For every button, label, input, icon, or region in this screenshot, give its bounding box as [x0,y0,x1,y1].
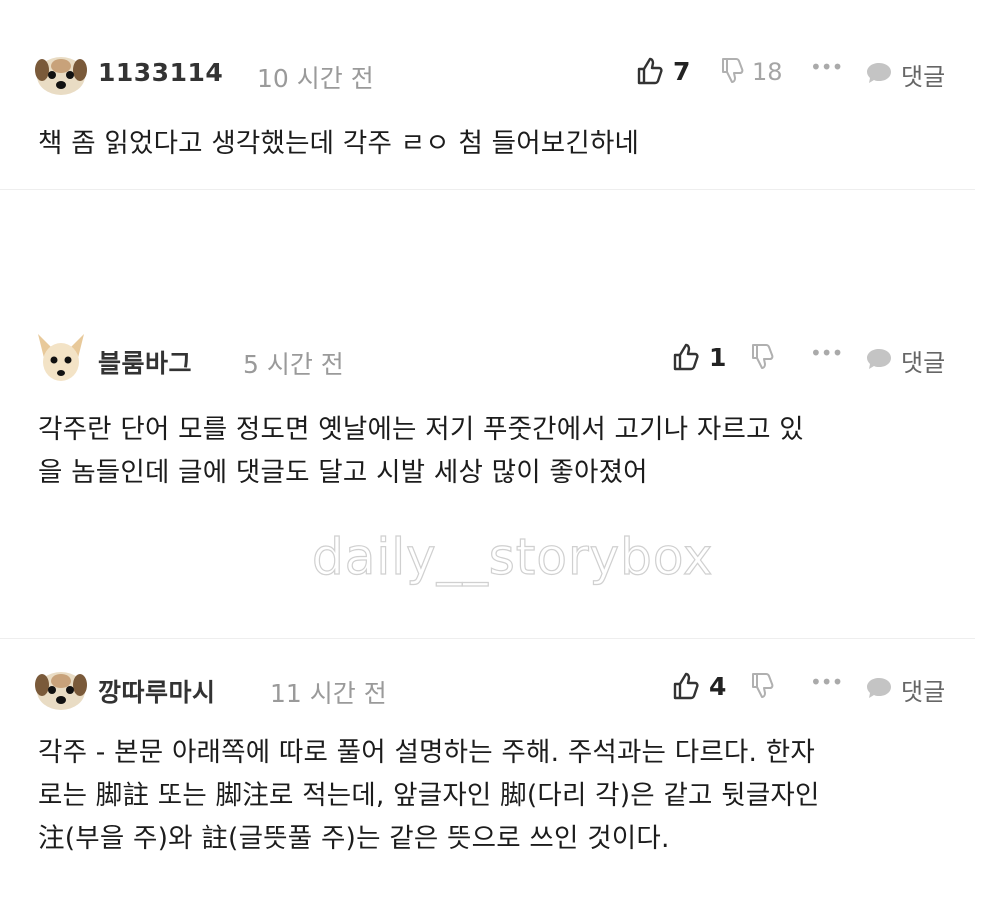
comment-item: 1133114 10 시간 전 7 18 ••• 댓글 책 좀 읽었다고 생각했… [0,40,1000,159]
more-options-icon[interactable]: ••• [810,341,843,365]
timestamp: 10 시간 전 [257,64,374,93]
chihuahua-face-icon[interactable] [34,330,88,386]
thumbs-up-icon[interactable] [672,342,700,372]
comment-item: 깡따루마시 11 시간 전 4 ••• 댓글 각주 - 본문 아래쪽에 따로 풀… [0,655,1000,854]
speech-bubble-icon[interactable] [865,60,893,86]
like-count: 1 [709,343,727,372]
thumbs-up-icon[interactable] [672,671,700,701]
timestamp: 5 시간 전 [243,350,344,379]
thumbs-down-icon[interactable] [750,342,774,372]
thumbs-down-icon[interactable] [720,56,744,86]
dog-face-icon[interactable] [34,50,88,98]
dislike-count: 18 [752,58,783,86]
divider [0,189,975,190]
divider [0,638,975,639]
more-options-icon[interactable]: ••• [810,55,843,79]
thumbs-up-icon[interactable] [636,56,664,86]
comment-text: 책 좀 읽었다고 생각했는데 각주 ㄹㅇ 첨 들어보긴하네 [38,128,640,159]
comment-item: 블룸바그 5 시간 전 1 ••• 댓글 각주란 단어 모를 정도면 옛날에는 … [0,326,1000,488]
watermark: daily__storybox [311,527,714,586]
username[interactable]: 블룸바그 [98,344,192,380]
comment-text: 각주란 단어 모를 정도면 옛날에는 저기 푸줏간에서 고기나 자르고 있 을 … [38,414,804,488]
timestamp: 11 시간 전 [270,679,387,708]
dog-face-icon[interactable] [34,665,88,713]
thumbs-down-icon[interactable] [750,671,774,701]
comment-meta: 1133114 10 시간 전 7 18 ••• 댓글 [0,40,1000,104]
username[interactable]: 1133114 [98,58,223,87]
more-options-icon[interactable]: ••• [810,670,843,694]
reply-button[interactable]: 댓글 [901,343,945,378]
speech-bubble-icon[interactable] [865,346,893,372]
reply-button[interactable]: 댓글 [901,57,945,92]
speech-bubble-icon[interactable] [865,675,893,701]
comment-meta: 깡따루마시 11 시간 전 4 ••• 댓글 [0,655,1000,719]
like-count: 7 [673,57,691,86]
reply-button[interactable]: 댓글 [901,672,945,707]
comment-text: 각주 - 본문 아래쪽에 따로 풀어 설명하는 주해. 주석과는 다르다. 한자… [38,737,820,854]
comment-meta: 블룸바그 5 시간 전 1 ••• 댓글 [0,326,1000,390]
like-count: 4 [709,672,727,701]
username[interactable]: 깡따루마시 [98,673,216,709]
